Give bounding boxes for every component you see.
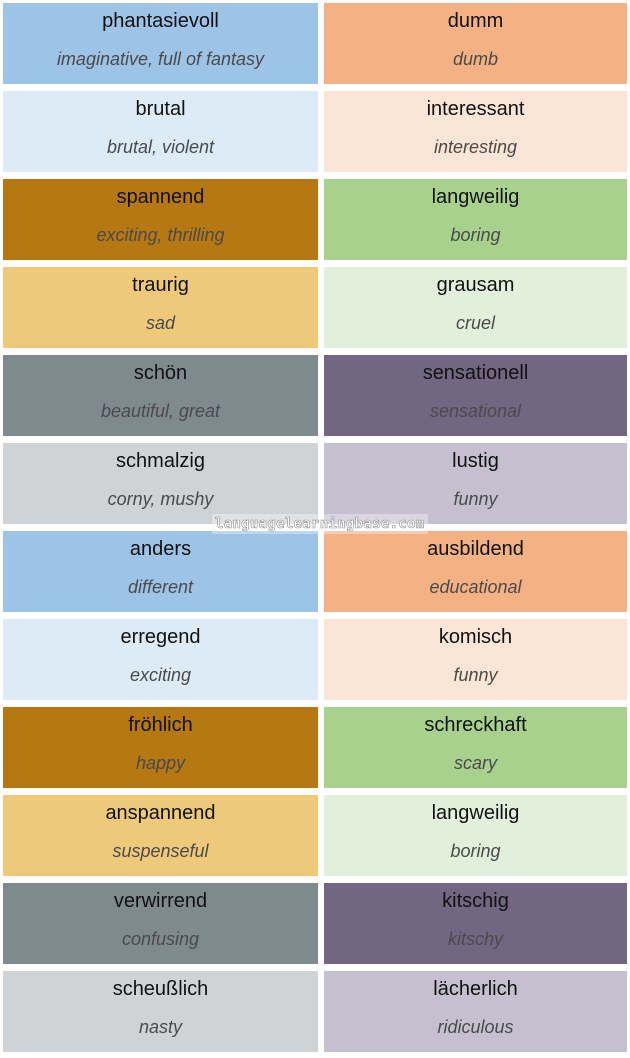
english-translation: boring xyxy=(450,225,501,245)
german-word: langweilig xyxy=(431,802,520,824)
german-word: erregend xyxy=(120,626,201,648)
vocab-card: interessant interesting xyxy=(324,91,627,172)
german-word: anspannend xyxy=(105,802,216,824)
english-translation: suspenseful xyxy=(112,841,209,861)
vocab-card: lächerlich ridiculous xyxy=(324,971,627,1052)
vocab-card: schmalzig corny, mushy xyxy=(3,443,318,524)
english-translation: different xyxy=(127,577,194,597)
english-translation: dumb xyxy=(452,49,499,69)
vocab-card: langweilig boring xyxy=(324,179,627,260)
german-word: interessant xyxy=(426,98,525,120)
vocab-card: lustig funny xyxy=(324,443,627,524)
german-word: dumm xyxy=(447,10,504,32)
german-word: langweilig xyxy=(431,186,520,208)
vocab-card: erregend exciting xyxy=(3,619,318,700)
english-translation: boring xyxy=(450,841,501,861)
english-translation: happy xyxy=(135,753,186,773)
german-word: kitschig xyxy=(442,890,509,912)
vocab-card: langweilig boring xyxy=(324,795,627,876)
english-translation: brutal, violent xyxy=(106,137,215,157)
english-translation: exciting, thrilling xyxy=(96,225,225,245)
vocab-card: schreckhaft scary xyxy=(324,707,627,788)
vocab-card: sensationell sensational xyxy=(324,355,627,436)
english-translation: ridiculous xyxy=(437,1017,514,1037)
english-translation: scary xyxy=(453,753,497,773)
english-translation: funny xyxy=(453,489,498,509)
vocab-card: komisch funny xyxy=(324,619,627,700)
vocab-card: anspannend suspenseful xyxy=(3,795,318,876)
vocab-card: anders different xyxy=(3,531,318,612)
english-translation: exciting xyxy=(129,665,192,685)
german-word: fröhlich xyxy=(128,714,193,736)
german-word: ausbildend xyxy=(427,538,524,560)
vocab-card: ausbildend educational xyxy=(324,531,627,612)
vocab-card: scheußlich nasty xyxy=(3,971,318,1052)
vocab-card: schön beautiful, great xyxy=(3,355,318,436)
german-word: phantasievoll xyxy=(102,10,219,32)
english-translation: sad xyxy=(145,313,176,333)
english-translation: nasty xyxy=(138,1017,183,1037)
german-word: traurig xyxy=(132,274,189,296)
watermark-text: languagelearningbase.com xyxy=(212,514,428,534)
german-word: komisch xyxy=(438,626,513,648)
german-word: grausam xyxy=(436,274,515,296)
german-word: schön xyxy=(133,362,188,384)
german-word: lustig xyxy=(452,450,499,472)
english-translation: kitschy xyxy=(447,929,503,949)
vocab-card: kitschig kitschy xyxy=(324,883,627,964)
vocab-card: traurig sad xyxy=(3,267,318,348)
vocab-card: brutal brutal, violent xyxy=(3,91,318,172)
vocab-card: phantasievoll imaginative, full of fanta… xyxy=(3,3,318,84)
german-word: anders xyxy=(129,538,192,560)
english-translation: confusing xyxy=(121,929,200,949)
german-word: schreckhaft xyxy=(424,714,527,736)
vocab-card: verwirrend confusing xyxy=(3,883,318,964)
german-word: scheußlich xyxy=(112,978,209,1000)
german-word: verwirrend xyxy=(113,890,208,912)
vocab-card: spannend exciting, thrilling xyxy=(3,179,318,260)
english-translation: funny xyxy=(453,665,498,685)
vocab-card: fröhlich happy xyxy=(3,707,318,788)
english-translation: beautiful, great xyxy=(100,401,221,421)
vocab-card: dumm dumb xyxy=(324,3,627,84)
english-translation: imaginative, full of fantasy xyxy=(56,49,265,69)
english-translation: cruel xyxy=(455,313,495,333)
vocab-card: grausam cruel xyxy=(324,267,627,348)
german-word: spannend xyxy=(116,186,205,208)
english-translation: educational xyxy=(429,577,522,597)
german-word: lächerlich xyxy=(433,978,518,1000)
english-translation: sensational xyxy=(429,401,522,421)
german-word: schmalzig xyxy=(116,450,205,472)
english-translation: interesting xyxy=(433,137,518,157)
german-word: sensationell xyxy=(422,362,529,384)
german-word: brutal xyxy=(135,98,186,120)
english-translation: corny, mushy xyxy=(107,489,214,509)
